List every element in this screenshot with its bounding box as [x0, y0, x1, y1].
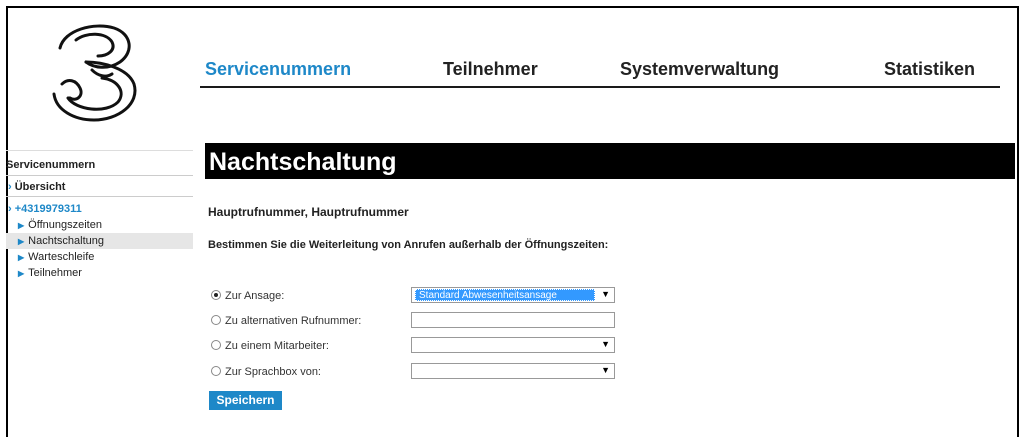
- sidebar-subitem-nachtschaltung[interactable]: ▶ Nachtschaltung: [6, 233, 193, 249]
- sidebar-subitem-label: Öffnungszeiten: [28, 219, 102, 231]
- page-title: Nachtschaltung: [205, 143, 1015, 179]
- sidebar-subitem-oeffnungszeiten[interactable]: ▶ Öffnungszeiten: [6, 217, 193, 233]
- sidebar-item-number[interactable]: › +4319979311: [6, 197, 193, 217]
- dropdown-arrow-icon: ▼: [601, 365, 610, 375]
- option-label: Zur Sprachbox von:: [225, 366, 321, 378]
- dropdown-arrow-icon: ▼: [601, 289, 610, 299]
- sprachbox-select[interactable]: ▼: [411, 363, 615, 379]
- radio-sprachbox[interactable]: [211, 366, 221, 376]
- page-subtitle: Hauptrufnummer, Hauptrufnummer: [208, 205, 409, 219]
- radio-mitarbeiter[interactable]: [211, 340, 221, 350]
- tab-servicenummern[interactable]: Servicenummern: [205, 59, 351, 80]
- sidebar-subitem-teilnehmer[interactable]: ▶ Teilnehmer: [6, 265, 193, 281]
- chevron-right-icon: ›: [8, 181, 12, 193]
- sidebar: Servicenummern › Übersicht › +4319979311…: [6, 150, 193, 281]
- sidebar-item-label: +4319979311: [14, 203, 82, 215]
- chevron-right-icon: ›: [8, 203, 12, 215]
- sidebar-subitem-label: Nachtschaltung: [28, 235, 104, 247]
- save-button[interactable]: Speichern: [209, 391, 282, 410]
- tab-teilnehmer[interactable]: Teilnehmer: [443, 59, 538, 80]
- select-value: Standard Abwesenheitsansage: [415, 289, 595, 301]
- chevron-right-icon: ▶: [18, 253, 25, 262]
- radio-ansage[interactable]: [211, 290, 221, 300]
- option-label: Zu alternativen Rufnummer:: [225, 315, 362, 327]
- sidebar-subitem-warteschleife[interactable]: ▶ Warteschleife: [6, 249, 193, 265]
- option-label: Zur Ansage:: [225, 290, 285, 302]
- radio-alternative-number[interactable]: [211, 315, 221, 325]
- tab-statistiken[interactable]: Statistiken: [884, 59, 975, 80]
- instruction-text: Bestimmen Sie die Weiterleitung von Anru…: [208, 239, 609, 251]
- sidebar-heading: Servicenummern: [6, 150, 193, 176]
- sidebar-item-label: Übersicht: [14, 181, 66, 193]
- chevron-right-icon: ▶: [18, 237, 25, 246]
- dropdown-arrow-icon: ▼: [601, 339, 610, 349]
- option-label: Zu einem Mitarbeiter:: [225, 340, 329, 352]
- sidebar-subitem-label: Warteschleife: [28, 251, 95, 263]
- chevron-right-icon: ▶: [18, 269, 25, 278]
- sidebar-subitem-label: Teilnehmer: [28, 267, 82, 279]
- three-logo: [52, 24, 137, 122]
- option-sprachbox[interactable]: Zur Sprachbox von:: [211, 364, 321, 380]
- top-navigation: Servicenummern Teilnehmer Systemverwaltu…: [200, 56, 1000, 88]
- sidebar-item-overview[interactable]: › Übersicht: [6, 176, 193, 197]
- mitarbeiter-select[interactable]: ▼: [411, 337, 615, 353]
- tab-systemverwaltung[interactable]: Systemverwaltung: [620, 59, 779, 80]
- option-alternative-number[interactable]: Zu alternativen Rufnummer:: [211, 313, 361, 329]
- ansage-select[interactable]: Standard Abwesenheitsansage ▼: [411, 287, 615, 303]
- option-mitarbeiter[interactable]: Zu einem Mitarbeiter:: [211, 338, 329, 354]
- alternative-number-input[interactable]: [411, 312, 615, 328]
- option-ansage[interactable]: Zur Ansage:: [211, 288, 284, 304]
- chevron-right-icon: ▶: [18, 221, 25, 230]
